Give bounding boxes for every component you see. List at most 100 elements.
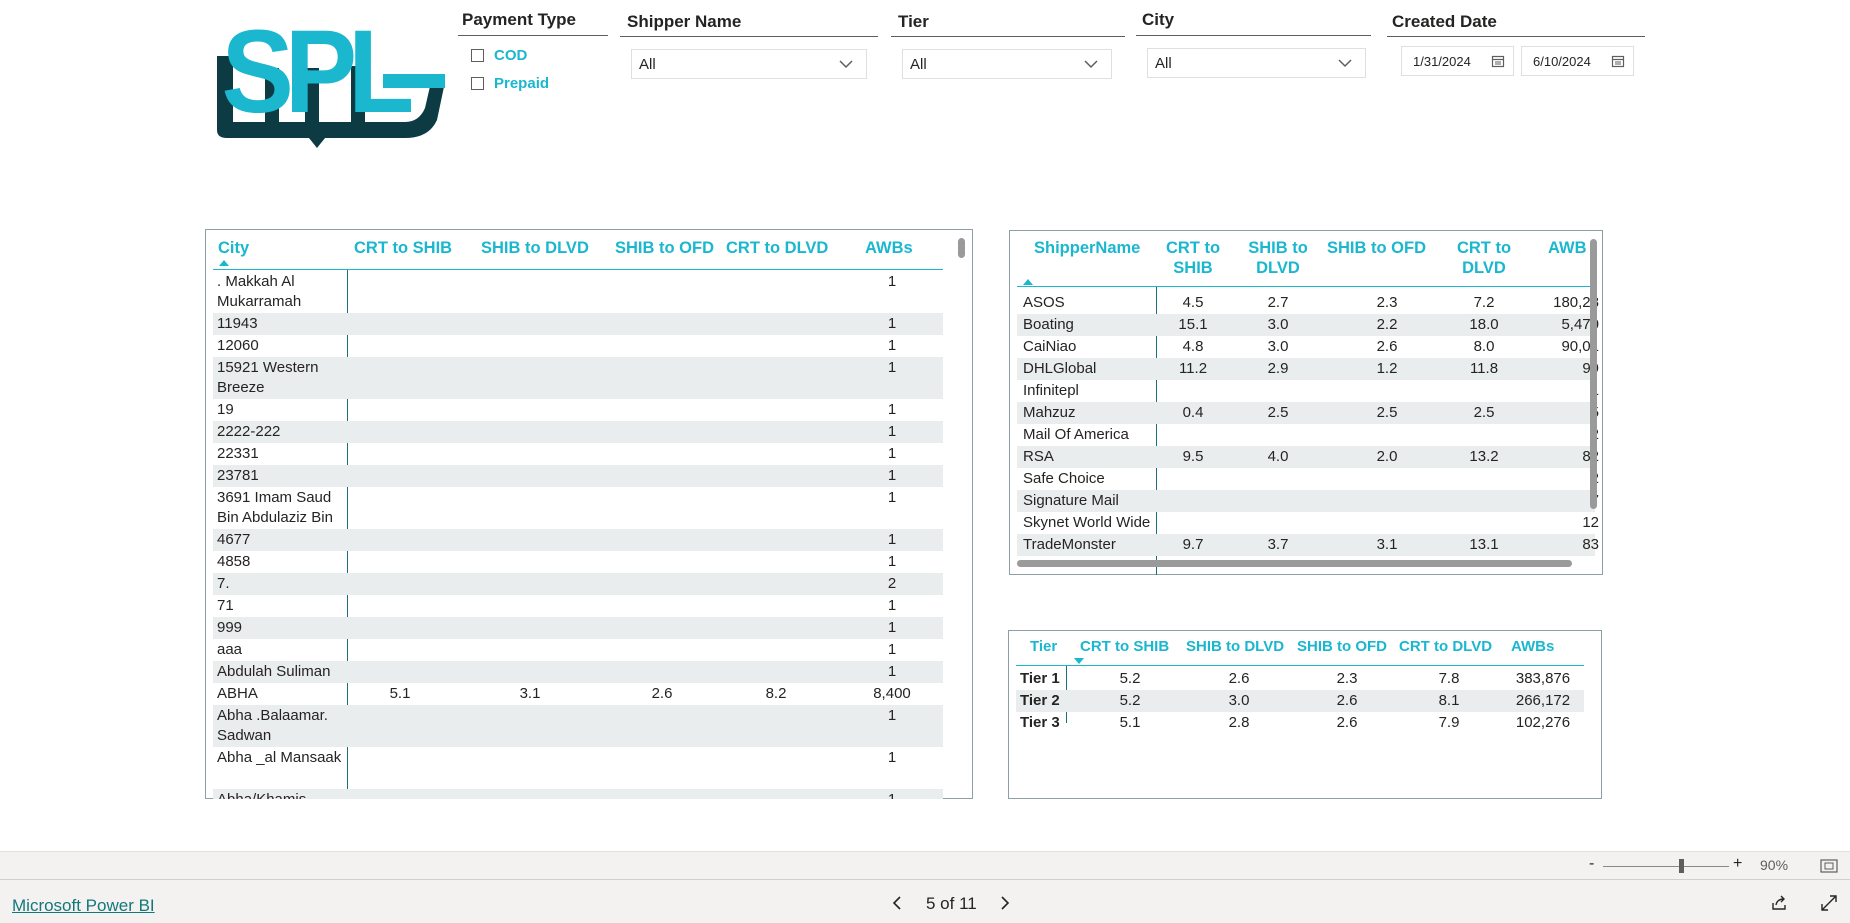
tier-value: All (910, 55, 927, 73)
page-indicator: 5 of 11 (926, 894, 977, 913)
table-row[interactable]: 4858 1 (213, 551, 943, 573)
table-row[interactable]: 2222-222 1 (213, 421, 943, 443)
prepaid-checkbox[interactable] (471, 77, 484, 90)
col-header-shib-to-dlvd[interactable]: SHIB to DLVD (1186, 637, 1284, 657)
previous-page-icon[interactable] (890, 895, 904, 911)
zoom-out-button[interactable]: - (1589, 855, 1594, 873)
shipper-name-divider (620, 36, 878, 37)
start-date-input[interactable]: 1/31/2024 (1401, 46, 1514, 76)
payment-option-prepaid[interactable]: Prepaid (471, 75, 549, 92)
table-row[interactable]: Abha/Khamis 1 (213, 789, 943, 799)
table-row[interactable]: 23781 1 (213, 465, 943, 487)
col-header-awbs[interactable]: AWBs (1511, 637, 1554, 657)
cell-city: 999 (217, 619, 243, 636)
col-header-shib-to-ofd[interactable]: SHIB to OFD (615, 238, 714, 258)
table-row[interactable]: 15921 Western Breeze 1 (213, 357, 943, 399)
cell-shipper-name: TradeMonster (1023, 536, 1116, 553)
col-header-shib-to-ofd[interactable]: SHIB to OFD (1297, 637, 1387, 657)
table-row[interactable]: CaiNiao 4.8 3.0 2.6 8.0 90,01 (1017, 336, 1599, 358)
table-row[interactable]: ASOS 4.5 2.7 2.3 7.2 180,28 (1017, 292, 1599, 314)
cell-crt-to-shib: 15.1 (1178, 316, 1208, 333)
table-row[interactable]: Tier 2 5.2 3.0 2.6 8.1 266,172 (1016, 690, 1584, 712)
cell-shib-to-dlvd: 2.9 (1267, 360, 1289, 377)
table-row[interactable]: Skynet World Wide 12 (1017, 512, 1599, 534)
city-table-scrollbar[interactable] (958, 238, 965, 258)
col-header-shib-to-dlvd[interactable]: SHIB to DLVD (481, 238, 589, 258)
cell-city: 15921 Western Breeze (217, 359, 319, 396)
table-row[interactable]: 999 1 (213, 617, 943, 639)
cell-awbs: 1 (887, 489, 897, 506)
col-header-crt-to-shib[interactable]: CRT to SHIB (354, 238, 452, 258)
table-row[interactable]: Tier 3 5.1 2.8 2.6 7.9 102,276 (1016, 712, 1584, 734)
cell-crt-to-dlvd: 13.1 (1469, 536, 1499, 553)
table-row[interactable]: 11943 1 (213, 313, 943, 335)
zoom-slider-track[interactable] (1603, 866, 1729, 867)
zoom-slider-thumb[interactable] (1679, 859, 1685, 873)
col-header-shib-to-ofd[interactable]: SHIB to OFD (1327, 238, 1426, 258)
table-row[interactable]: RSA9.54.02.013.282 (1017, 446, 1599, 468)
table-row[interactable]: Infinitepl1 (1017, 380, 1599, 402)
table-row[interactable]: 3691 Imam Saud Bin Abdulaziz Bin 1 (213, 487, 943, 529)
col-header-awbs[interactable]: AWB (1548, 238, 1587, 258)
col-header-city[interactable]: City (218, 238, 249, 258)
cell-shib-to-dlvd: 2.7 (1267, 294, 1289, 311)
share-icon[interactable] (1770, 894, 1788, 912)
shipper-table-vscrollbar[interactable] (1590, 239, 1597, 509)
col-header-crt-to-shib[interactable]: CRT to SHIB (1080, 637, 1169, 657)
col-header-tier[interactable]: Tier (1030, 637, 1057, 657)
next-page-icon[interactable] (998, 895, 1012, 911)
calendar-icon[interactable] (1611, 54, 1625, 68)
fullscreen-icon[interactable] (1820, 894, 1838, 912)
cell-city: Abha .Balaamar. Sadwan (217, 707, 328, 744)
table-row[interactable]: ABHA 5.1 3.1 2.6 8.2 8,400 (213, 683, 943, 705)
cod-checkbox[interactable] (471, 49, 484, 62)
table-row[interactable]: aaa 1 (213, 639, 943, 661)
table-row[interactable]: DHLGlobal11.22.91.211.899 (1017, 358, 1599, 380)
table-row[interactable]: TradeMonster 9.7 3.7 3.1 13.1 83 (1017, 534, 1599, 556)
shipper-name-dropdown[interactable]: All (631, 49, 867, 79)
spl-logo: SPL (205, 6, 445, 148)
powerbi-link[interactable]: Microsoft Power BI (12, 896, 155, 916)
zoom-in-button[interactable]: + (1733, 855, 1742, 873)
end-date-input[interactable]: 6/10/2024 (1521, 46, 1634, 76)
cell-shib-to-ofd: 2.6 (651, 685, 673, 702)
shipper-table-hscrollbar[interactable] (1017, 560, 1572, 567)
table-row[interactable]: 71 1 (213, 595, 943, 617)
cell-awbs: 12 (1582, 514, 1599, 531)
table-row[interactable]: . Makkah Al Mukarramah 1 (213, 271, 943, 313)
cell-awbs: 1 (842, 790, 942, 799)
city-dropdown[interactable]: All (1147, 48, 1366, 78)
table-row[interactable]: Abdulah Suliman 1 (213, 661, 943, 683)
table-row[interactable]: 7. 2 (213, 573, 943, 595)
table-row[interactable]: Safe Choice2 (1017, 468, 1599, 490)
col-header-shib-to-dlvd[interactable]: SHIB to DLVD (1245, 238, 1311, 278)
cell-shipper-name: Mahzuz (1023, 404, 1076, 421)
table-row[interactable]: Mail Of America2 (1017, 424, 1599, 446)
table-row[interactable]: Boating 15.1 3.0 2.2 18.0 5,470 (1017, 314, 1599, 336)
cell-crt-to-shib: 4.8 (1182, 338, 1204, 355)
col-header-awbs[interactable]: AWBs (865, 238, 913, 258)
table-row[interactable]: 19 1 (213, 399, 943, 421)
col-header-shippername[interactable]: ShipperName (1034, 238, 1140, 258)
table-row[interactable]: Mahzuz0.42.52.52.55 (1017, 402, 1599, 424)
col-header-crt-to-dlvd[interactable]: CRT to DLVD (726, 238, 828, 258)
table-row[interactable]: Abha _al Mansaak 1 (213, 747, 943, 789)
table-row[interactable]: Signature Mail7 (1017, 490, 1599, 512)
col-header-crt-to-dlvd[interactable]: CRT to DLVD (1399, 637, 1492, 657)
created-date-title: Created Date (1392, 12, 1497, 31)
table-row[interactable]: 22331 1 (213, 443, 943, 465)
cell-awbs: 1 (887, 423, 897, 440)
payment-option-cod[interactable]: COD (471, 47, 527, 64)
fit-to-page-icon[interactable] (1820, 859, 1838, 873)
table-row[interactable]: Tier 1 5.2 2.6 2.3 7.8 383,876 (1016, 668, 1584, 690)
tier-dropdown[interactable]: All (902, 49, 1112, 79)
table-row[interactable]: 12060 1 (213, 335, 943, 357)
table-row[interactable]: 4677 1 (213, 529, 943, 551)
calendar-icon[interactable] (1491, 54, 1505, 68)
col-header-crt-to-dlvd[interactable]: CRT to DLVD (1449, 238, 1519, 278)
cell-crt-to-dlvd: 7.9 (1438, 714, 1460, 731)
header-underline (1017, 286, 1597, 287)
cell-crt-to-dlvd: 2.5 (1473, 404, 1495, 421)
col-header-crt-to-shib[interactable]: CRT to SHIB (1157, 238, 1229, 278)
table-row[interactable]: Abha .Balaamar. Sadwan 1 (213, 705, 943, 747)
